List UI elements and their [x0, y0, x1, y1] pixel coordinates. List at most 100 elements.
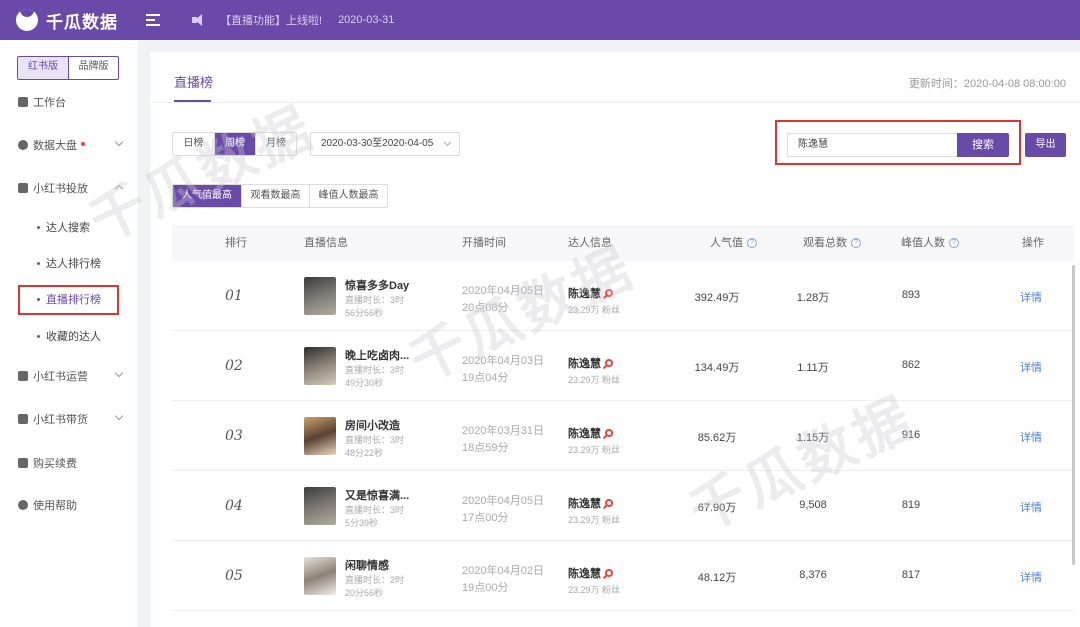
sidebar-subitem-favorites[interactable]: 收藏的达人 — [0, 326, 138, 346]
table-row: 03 房间小改造 直播时长：3时48分22秒 2020年03月31日 18点59分… — [172, 401, 1074, 471]
details-link[interactable]: 详情 — [1020, 429, 1042, 445]
start-date: 2020年03月31日 — [462, 425, 544, 437]
popularity-value: 85.62万 — [697, 432, 737, 444]
kol-name[interactable]: 陈逸慧 — [568, 565, 613, 581]
shopping-bag-icon — [18, 414, 28, 424]
kol-name[interactable]: 陈逸慧 — [568, 355, 613, 371]
kol-name[interactable]: 陈逸慧 — [568, 495, 613, 511]
live-thumbnail[interactable] — [304, 487, 336, 525]
chevron-down-icon — [114, 137, 124, 147]
version-toggle: 红书版 品牌版 — [17, 56, 119, 80]
live-duration: 直播时长：3时5分39秒 — [345, 505, 405, 528]
question-icon[interactable] — [851, 238, 861, 248]
peak-value: 862 — [901, 359, 921, 371]
update-time: 更新时间：2020-04-08 08:00:00 — [908, 78, 1066, 90]
kol-fans: 23.29万 粉丝 — [568, 375, 621, 385]
sidebar-item-help[interactable]: 使用帮助 — [0, 495, 138, 515]
tab-sort-popularity[interactable]: 人气值最高 — [173, 185, 241, 207]
sidebar: 红书版 品牌版 工作台 数据大盘 小红书投放 达人搜索 达人排行榜 直播排行榜 … — [0, 40, 138, 627]
kol-name[interactable]: 陈逸慧 — [568, 425, 613, 441]
live-title[interactable]: 惊喜多多Day — [345, 277, 409, 293]
tab-monthly[interactable]: 月榜 — [255, 133, 296, 155]
column-header-label: 观看总数 — [803, 237, 847, 249]
live-duration: 直播时长：3时49分30秒 — [345, 365, 405, 388]
sidebar-item-xhs-delivery[interactable]: 小红书投放 — [0, 178, 138, 198]
sidebar-subitem-label: 达人排行榜 — [46, 258, 101, 270]
peak-value: 819 — [901, 499, 921, 511]
rank-number: 04 — [225, 498, 243, 514]
live-thumbnail[interactable] — [304, 557, 336, 595]
question-icon[interactable] — [747, 238, 757, 248]
column-header-actions: 操作 — [1022, 237, 1044, 249]
start-time: 2020年04月05日 20点08分 — [462, 283, 544, 317]
logo-icon — [16, 9, 38, 31]
start-clock: 17点00分 — [462, 512, 509, 524]
live-thumbnail[interactable] — [304, 347, 336, 385]
start-time: 2020年03月31日 18点59分 — [462, 423, 544, 457]
start-time: 2020年04月05日 17点00分 — [462, 493, 544, 527]
tab-sort-peak[interactable]: 峰值人数最高 — [309, 185, 387, 207]
tab-sort-views[interactable]: 观看数最高 — [241, 185, 309, 207]
female-icon — [605, 359, 613, 367]
column-header-label: 峰值人数 — [901, 237, 945, 249]
sidebar-subitem-label: 达人搜索 — [46, 222, 90, 234]
sidebar-item-xhs-commerce[interactable]: 小红书带货 — [0, 409, 138, 429]
chevron-down-icon — [443, 138, 452, 147]
start-time: 2020年04月03日 19点04分 — [462, 353, 544, 387]
date-range-value: 2020-03-30至2020-04-05 — [321, 138, 434, 149]
column-header-popularity: 人气值 — [710, 225, 757, 261]
start-date: 2020年04月03日 — [462, 355, 544, 367]
live-title[interactable]: 闲聊情感 — [345, 557, 389, 573]
table-header: 排行 直播信息 开播时间 达人信息 人气值 观看总数 峰值人数 操作 — [172, 225, 1074, 261]
rank-number: 02 — [225, 358, 243, 374]
sidebar-item-label: 使用帮助 — [33, 500, 77, 512]
details-link[interactable]: 详情 — [1020, 359, 1042, 375]
live-thumbnail[interactable] — [304, 277, 336, 315]
live-thumbnail[interactable] — [304, 417, 336, 455]
details-link[interactable]: 详情 — [1020, 289, 1042, 305]
live-title[interactable]: 晚上吃卤肉... — [345, 347, 409, 363]
female-icon — [605, 429, 613, 437]
kol-fans: 23.29万 粉丝 — [568, 515, 621, 525]
version-brand[interactable]: 品牌版 — [68, 57, 118, 79]
menu-toggle-icon[interactable] — [146, 14, 160, 26]
logo[interactable]: 千瓜数据 — [16, 8, 128, 33]
sidebar-item-label: 小红书运营 — [33, 371, 88, 383]
tab-daily[interactable]: 日榜 — [173, 133, 214, 155]
column-header-start-time: 开播时间 — [462, 237, 506, 249]
sidebar-subitem-kol-ranking[interactable]: 达人排行榜 — [0, 253, 138, 273]
date-range-picker[interactable]: 2020-03-30至2020-04-05 — [310, 132, 460, 156]
start-date: 2020年04月02日 — [462, 565, 544, 577]
announcement-text[interactable]: 【直播功能】上线啦! — [220, 12, 322, 28]
tab-live-ranking[interactable]: 直播榜 — [174, 72, 213, 91]
details-link[interactable]: 详情 — [1020, 499, 1042, 515]
details-link[interactable]: 详情 — [1020, 569, 1042, 585]
sidebar-item-label: 工作台 — [33, 97, 66, 109]
speaker-icon — [192, 13, 208, 27]
chevron-down-icon — [114, 411, 124, 421]
sidebar-item-workbench[interactable]: 工作台 — [0, 92, 138, 112]
grid-icon — [18, 97, 28, 107]
live-duration: 直播时长：3时56分56秒 — [345, 295, 405, 318]
sidebar-item-data-dashboard[interactable]: 数据大盘 — [0, 135, 138, 155]
live-duration: 直播时长：3时48分22秒 — [345, 435, 405, 458]
vertical-scrollbar[interactable] — [1072, 265, 1075, 565]
table-row: 05 闲聊情感 直播时长：2时20分56秒 2020年04月02日 19点00分 … — [172, 541, 1074, 611]
question-icon[interactable] — [949, 238, 959, 248]
help-bubble-icon — [18, 500, 28, 510]
live-title[interactable]: 又是惊喜满... — [345, 487, 409, 503]
sidebar-subitem-label: 收藏的达人 — [46, 331, 101, 343]
views-value: 8,376 — [799, 569, 827, 581]
kol-name[interactable]: 陈逸慧 — [568, 285, 613, 301]
live-title[interactable]: 房间小改造 — [345, 417, 400, 433]
table-row: 04 又是惊喜满... 直播时长：3时5分39秒 2020年04月05日 17点0… — [172, 471, 1074, 541]
announcement-date: 2020-03-31 — [338, 14, 395, 26]
kol-fans: 23.29万 粉丝 — [568, 445, 621, 455]
cart-icon — [18, 458, 28, 468]
export-button[interactable]: 导出 — [1025, 133, 1066, 157]
sidebar-item-xhs-operation[interactable]: 小红书运营 — [0, 366, 138, 386]
tab-weekly[interactable]: 周榜 — [214, 133, 255, 155]
version-red-book[interactable]: 红书版 — [18, 57, 68, 79]
sidebar-item-purchase[interactable]: 购买续费 — [0, 453, 138, 473]
sidebar-subitem-kol-search[interactable]: 达人搜索 — [0, 217, 138, 237]
